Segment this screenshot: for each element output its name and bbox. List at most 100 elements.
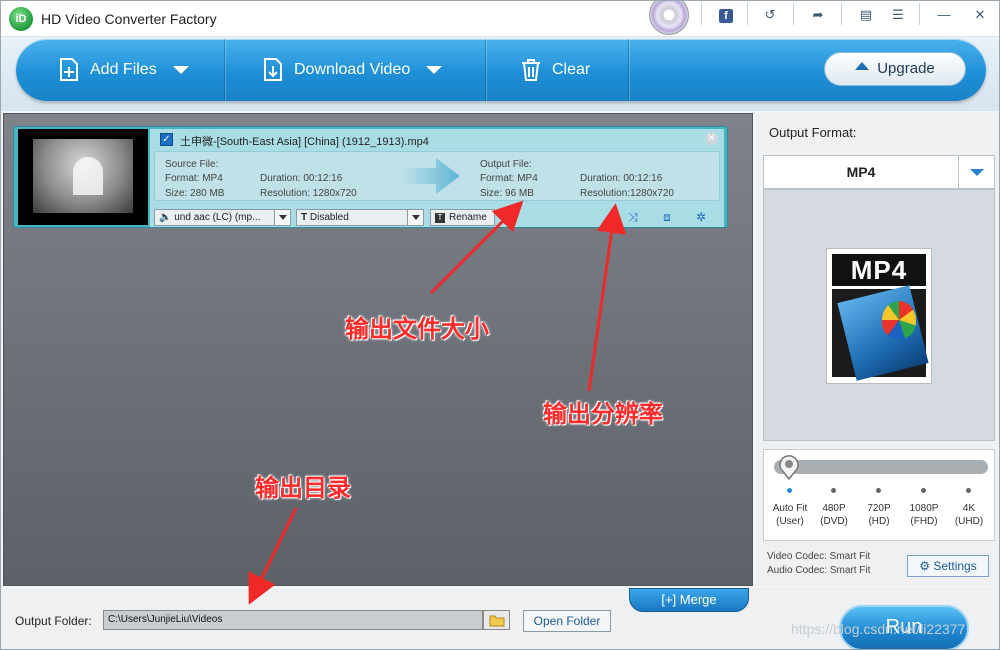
rename-label: Rename — [449, 212, 487, 223]
quality-slider-panel: Auto Fit (User) 480P (DVD) 720P (HD) 1080P (… — [763, 449, 995, 541]
quality-label-auto[interactable]: Auto Fit (User) — [767, 502, 813, 528]
download-icon — [264, 58, 282, 81]
add-files-label: Add Files — [90, 61, 157, 78]
output-folder-input[interactable]: C:\Users\JunjieLiu\Videos — [103, 610, 483, 630]
quality-label-1080p[interactable]: 1080P (FHD) — [901, 502, 947, 528]
browse-folder-button[interactable] — [483, 610, 510, 630]
mp4-format-icon: MP4 — [826, 248, 932, 384]
thumbnail-gate-shape — [73, 157, 103, 195]
upgrade-arrow-icon — [855, 62, 870, 71]
bottom-bar: [+] Merge Output Folder: C:\Users\Junjie… — [1, 588, 999, 649]
quality-720p-sub: (HD) — [868, 516, 890, 527]
quality-1080p-name: 1080P — [909, 503, 939, 514]
remove-task-icon[interactable]: ✕ — [705, 132, 718, 145]
task-details: ✓ 土申微-[South-East Asia] [China] (1912_19… — [150, 129, 724, 227]
quality-slider-handle[interactable] — [778, 454, 800, 480]
merge-button[interactable]: [+] Merge — [629, 588, 749, 612]
quality-label-720p[interactable]: 720P (HD) — [856, 502, 902, 528]
source-size: Size: 280 MB — [165, 188, 225, 199]
close-icon[interactable]: ✕ — [967, 5, 993, 25]
output-format-value: MP4 — [846, 164, 876, 180]
audio-codec-text: Audio Codec: Smart Fit — [767, 565, 871, 576]
video-codec-text: Video Codec: Smart Fit — [767, 551, 871, 562]
titlebar-divider — [701, 3, 702, 25]
facebook-icon[interactable]: f — [713, 5, 739, 25]
add-file-icon — [60, 58, 78, 81]
video-thumbnail[interactable] — [18, 129, 148, 225]
task-item[interactable]: ✓ 土申微-[South-East Asia] [China] (1912_19… — [13, 126, 728, 228]
download-video-dropdown-icon[interactable] — [426, 66, 443, 74]
minimize-icon[interactable]: — — [931, 5, 957, 25]
subtitle-select[interactable]: T Disabled — [296, 209, 424, 226]
toolbar-divider — [485, 39, 486, 101]
quality-slider-track[interactable] — [774, 460, 988, 474]
titlebar-divider — [793, 3, 794, 25]
titlebar-divider — [919, 3, 920, 25]
source-label: Source File: — [165, 159, 219, 170]
quality-dot-720p[interactable] — [876, 488, 881, 493]
subtitle-value: Disabled — [309, 212, 349, 223]
toolbar-area: Add Files Download Video Clear Upgrade — [1, 37, 999, 111]
enhance-icon[interactable]: ✲ — [692, 210, 710, 224]
crop-icon[interactable]: ⧈ — [658, 210, 676, 224]
output-format-select[interactable]: MP4 — [763, 155, 995, 189]
quality-dot-1080p[interactable] — [921, 488, 926, 493]
chevron-down-icon — [407, 210, 423, 225]
annotation-size: 输出文件大小 — [345, 316, 489, 343]
output-label: Output File: — [480, 159, 532, 170]
app-logo-icon: iD — [9, 7, 33, 31]
chevron-down-icon — [274, 210, 290, 225]
balloon-icon — [882, 301, 916, 339]
list-icon[interactable]: ☰ — [885, 5, 911, 25]
settings-button[interactable]: ⚙ Settings — [907, 555, 989, 577]
add-files-button[interactable]: Add Files — [58, 39, 189, 101]
app-window: iD HD Video Converter Factory f ↺ ➦ ▤ ☰ … — [0, 0, 1000, 650]
task-filename: 土申微-[South-East Asia] [China] (1912_1913… — [180, 136, 429, 148]
chevron-down-icon[interactable] — [958, 156, 994, 188]
folder-icon — [489, 615, 504, 627]
titlebar-divider — [747, 3, 748, 25]
mp4-icon-text: MP4 — [832, 254, 926, 286]
refresh-icon[interactable]: ↺ — [757, 5, 783, 25]
watermark: https://blog.csdn.net/li22377 — [791, 621, 966, 637]
quality-dot-480p[interactable] — [831, 488, 836, 493]
source-duration: Duration: 00:12:16 — [260, 173, 343, 184]
download-video-label: Download Video — [294, 61, 411, 78]
upgrade-button[interactable]: Upgrade — [824, 52, 966, 86]
rename-icon: T — [435, 213, 445, 223]
output-duration: Duration: 00:12:16 — [580, 173, 663, 184]
quality-dot-4k[interactable] — [966, 488, 971, 493]
add-files-dropdown-icon[interactable] — [172, 66, 189, 74]
quality-4k-sub: (UHD) — [954, 516, 984, 527]
output-resolution: Resolution:1280x720 — [580, 188, 674, 199]
file-list-area[interactable]: ✓ 土申微-[South-East Asia] [China] (1912_19… — [3, 113, 753, 586]
film-strip-icon — [832, 289, 926, 377]
audio-track-select[interactable]: 🔈 und aac (LC) (mp... — [154, 209, 291, 226]
open-folder-button[interactable]: Open Folder — [523, 610, 611, 632]
share-icon[interactable]: ➦ — [805, 5, 831, 25]
quality-720p-name: 720P — [867, 503, 891, 514]
disc-icon[interactable] — [649, 1, 689, 35]
rename-button[interactable]: T Rename — [430, 209, 495, 226]
output-size: Size: 96 MB — [480, 188, 534, 199]
upgrade-label: Upgrade — [877, 60, 935, 77]
task-checkbox[interactable]: ✓ — [160, 133, 173, 146]
convert-arrow-icon — [402, 158, 460, 194]
download-video-button[interactable]: Download Video — [262, 39, 443, 101]
trash-icon — [522, 59, 540, 81]
chat-icon[interactable]: ▤ — [853, 5, 879, 25]
quality-auto-name: Auto Fit — [772, 503, 808, 514]
thumbnail-image — [33, 139, 133, 213]
quality-label-480p[interactable]: 480P (DVD) — [811, 502, 857, 528]
clear-button[interactable]: Clear — [520, 39, 590, 101]
quality-dot-auto[interactable] — [787, 488, 792, 493]
effects-icon[interactable]: ⤨ — [624, 210, 642, 224]
merge-label: Merge — [679, 592, 717, 607]
quality-480p-sub: (DVD) — [820, 516, 848, 527]
quality-480p-name: 480P — [822, 503, 846, 514]
quality-label-4k[interactable]: 4K (UHD) — [946, 502, 992, 528]
output-format-panel: Output Format: MP4 MP4 Auto Fit (User) 48… — [755, 113, 999, 586]
clear-label: Clear — [552, 61, 591, 78]
audio-track-value: und aac (LC) (mp... — [174, 212, 261, 223]
toolbar-divider — [628, 39, 629, 101]
